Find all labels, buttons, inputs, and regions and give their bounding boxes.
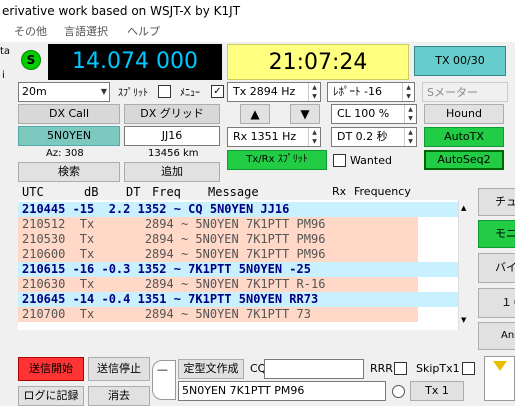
left-edge-label: ta — [0, 46, 11, 57]
tx1-radio[interactable] — [392, 385, 405, 398]
report-value: ﾚﾎﾟｰﾄ -16 — [333, 85, 382, 98]
cq-field[interactable] — [264, 359, 364, 379]
window-title: erivative work based on WSJT-X by K1JT — [2, 4, 241, 18]
decode-row-tx[interactable]: 210630 Tx 2894 ~ 5N0YEN 7K1PTT R-16 — [18, 277, 418, 292]
meter-marker-icon — [493, 361, 507, 371]
log-button[interactable]: ログに記録 — [18, 386, 84, 406]
band-select[interactable]: 20m ▼ — [18, 82, 110, 102]
wanted-checkbox[interactable] — [333, 154, 346, 167]
autoseq-button[interactable]: AutoSeq2 — [424, 150, 504, 170]
decode-row-tx[interactable]: 210700 Tx 2894 ~ 5N0YEN 7K1PTT 73 — [18, 307, 418, 322]
report-spinbox[interactable]: ﾚﾎﾟｰﾄ -16 ▲ ▼ — [327, 82, 415, 102]
tx1-button[interactable]: Tx 1 — [410, 381, 464, 401]
title-bar: erivative work based on WSJT-X by K1JT — [0, 0, 515, 22]
dx-grid-label: DX グリッド — [124, 104, 220, 124]
cl-value: CL 100 % — [337, 107, 390, 120]
clear-button[interactable]: 消去 — [88, 386, 150, 406]
distance-text: 13456 km — [148, 148, 199, 159]
decode-row-tx[interactable]: 210600 Tx 2894 ~ 5N0YEN 7K1PTT PM96 — [18, 247, 418, 262]
wanted-label: Wanted — [350, 154, 392, 167]
spin-arrows-icon[interactable]: ▲ ▼ — [308, 83, 320, 101]
decode-row-tx[interactable]: 210512 Tx 2894 ~ 5N0YEN 7K1PTT PM96 — [18, 217, 418, 232]
spin-arrows-icon[interactable]: ▲ ▼ — [308, 128, 320, 146]
level-meter — [484, 356, 515, 401]
monitor-button[interactable]: モニ — [478, 220, 515, 248]
decode-row-rx[interactable]: 210445 -15 2.2 1352 ~ CQ 5N0YEN JJ16 — [18, 202, 458, 217]
rrr-checkbox[interactable] — [394, 362, 407, 375]
menu-language[interactable]: 言語選択 — [64, 22, 108, 42]
scroll-down-icon[interactable]: ▼ — [461, 316, 466, 324]
menu-other[interactable]: その他 — [14, 22, 47, 42]
header-message: Message — [208, 185, 259, 199]
frequency-display: 14.074 000 — [48, 44, 222, 80]
down-arrow-button[interactable]: ▼ — [290, 104, 320, 124]
preset-button[interactable]: 定型文作成 — [178, 359, 244, 379]
spin-arrows-icon[interactable]: ▲ ▼ — [404, 128, 416, 146]
cl-spinbox[interactable]: CL 100 % ▲ ▼ — [331, 104, 417, 124]
menu-checkbox[interactable]: ✓ — [211, 85, 224, 98]
clock-display: 21:07:24 — [227, 44, 409, 80]
tx-freq-value: Tx 2894 Hz — [233, 85, 296, 98]
dt-spinbox[interactable]: DT 0.2 秒 ▲ ▼ — [331, 127, 417, 147]
left-edge-mark: i — [2, 70, 5, 81]
menu-bar: その他 言語選択 ヘルプ — [0, 22, 515, 42]
up-arrow-button[interactable]: ▲ — [240, 104, 270, 124]
header-frequency: Frequency — [354, 185, 411, 198]
rx-freq-spinbox[interactable]: Rx 1351 Hz ▲ ▼ — [227, 127, 321, 147]
skiptx1-checkbox[interactable] — [462, 362, 475, 375]
decode-list[interactable]: 210445 -15 2.2 1352 ~ CQ 5N0YEN JJ16 2105… — [18, 200, 458, 330]
txrx-split-button[interactable]: Tx/Rx ｽﾌﾟﾘｯﾄ — [227, 150, 327, 170]
hound-button[interactable]: Hound — [424, 104, 504, 124]
header-rx: Rx — [332, 185, 347, 198]
smeter-label: Sメーター — [422, 82, 508, 102]
split-checkbox[interactable] — [158, 85, 171, 98]
decode-row-rx[interactable]: 210615 -16 -0.3 1352 ~ 7K1PTT 5N0YEN -25 — [18, 262, 458, 277]
decode-row-rx[interactable]: 210645 -14 -0.4 1351 ~ 7K1PTT 5N0YEN RR7… — [18, 292, 458, 307]
bypass-button[interactable]: バイ — [478, 253, 515, 283]
header-freq: Freq — [152, 185, 181, 199]
split-label: ｽﾌﾟﾘｯﾄ — [118, 88, 148, 99]
tx-period-button[interactable]: TX 00/30 — [414, 46, 506, 76]
rrr-label: RRR — [370, 362, 393, 375]
ten-button[interactable]: １０ — [478, 288, 515, 318]
ans-button[interactable]: Ans — [478, 322, 515, 350]
s-meter-badge: S — [21, 50, 41, 70]
rx-freq-value: Rx 1351 Hz — [233, 130, 297, 143]
tx-freq-spinbox[interactable]: Tx 2894 Hz ▲ ▼ — [227, 82, 321, 102]
chevron-down-icon: ▼ — [100, 87, 107, 96]
panel-tab[interactable]: — — [152, 360, 176, 400]
band-value: 20m — [22, 85, 47, 98]
decode-scrollbar[interactable]: ▲ ▼ — [458, 200, 472, 330]
dx-call-field[interactable]: 5N0YEN — [18, 126, 120, 146]
dx-call-label: DX Call — [18, 104, 120, 124]
azimuth-text: Az: 308 — [46, 148, 84, 159]
header-dt: DT — [126, 185, 141, 199]
spin-arrows-icon[interactable]: ▲ ▼ — [404, 105, 416, 123]
tx-enable-button[interactable]: 送信開始 — [18, 357, 84, 381]
spin-arrows-icon[interactable]: ▲ ▼ — [402, 83, 414, 101]
menu-toggle-label: ﾒﾆｭｰ — [180, 88, 200, 99]
decode-header: UTC dB DT Freq Message Rx Frequency — [18, 184, 470, 200]
tx-stop-button[interactable]: 送信停止 — [88, 357, 150, 381]
message-field[interactable]: 5N0YEN 7K1PTT PM96 — [178, 381, 386, 401]
scroll-up-icon[interactable]: ▲ — [461, 204, 466, 212]
add-button[interactable]: 追加 — [124, 162, 220, 182]
autotx-button[interactable]: AutoTX — [424, 127, 504, 147]
header-db: dB — [84, 185, 99, 199]
search-button[interactable]: 検索 — [18, 162, 120, 182]
dt-value: DT 0.2 秒 — [337, 130, 388, 143]
decode-row-tx[interactable]: 210530 Tx 2894 ~ 5N0YEN 7K1PTT PM96 — [18, 232, 418, 247]
header-utc: UTC — [22, 185, 44, 199]
menu-help[interactable]: ヘルプ — [127, 22, 160, 42]
dx-grid-field[interactable]: JJ16 — [124, 126, 220, 146]
skiptx1-label: SkipTx1 — [416, 362, 460, 375]
tune-button[interactable]: チュ — [478, 188, 515, 216]
